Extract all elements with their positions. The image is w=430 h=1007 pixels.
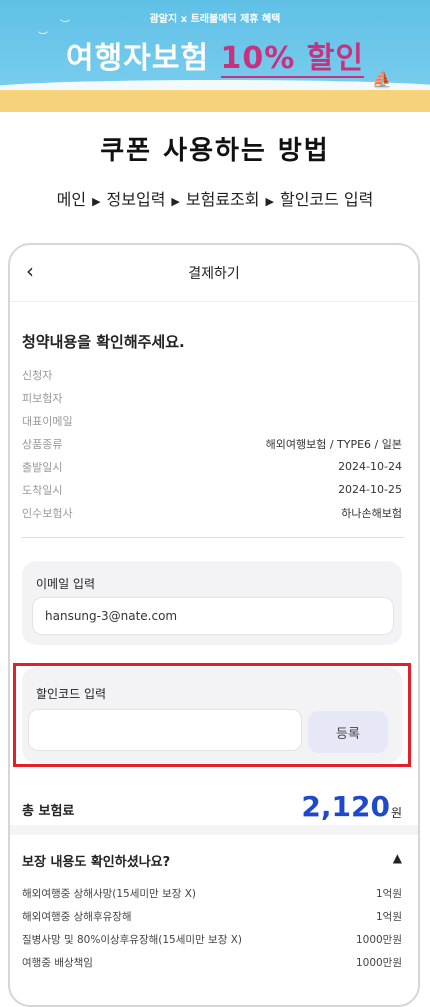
- coverage-value: 1000만원: [355, 957, 402, 969]
- info-label: 도착일시: [22, 483, 63, 497]
- howto-title: 쿠폰 사용하는 방법: [100, 136, 330, 166]
- app-header: ‹ 결제하기: [10, 245, 418, 302]
- highlight-box: [13, 663, 411, 767]
- info-value: 2024-10-24: [338, 460, 402, 473]
- page-title: 결제하기: [188, 266, 240, 282]
- info-row: 신청자: [22, 363, 402, 386]
- info-label: 대표이메일: [22, 414, 73, 428]
- info-row: 인수보험사 하나손해보험: [22, 501, 402, 524]
- info-value: 해외여행보험 / TYPE6 / 일본: [265, 437, 402, 451]
- coverage-value: 1억원: [375, 911, 402, 923]
- email-label: 이메일 입력: [36, 577, 96, 591]
- banner-title-highlight: 10% 할인: [220, 41, 364, 78]
- phone-screen: ‹ 결제하기 청약내용을 확인해주세요. 신청자 피보험자 대표이메일 상품종류…: [8, 243, 420, 1007]
- info-list: 신청자 피보험자 대표이메일 상품종류 해외여행보험 / TYPE6 / 일본 출…: [22, 363, 402, 524]
- info-label: 인수보험사: [22, 506, 73, 520]
- steps-breadcrumb: 메인 ▶ 정보입력 ▶ 보험료조회 ▶ 할인코드 입력: [0, 186, 430, 210]
- arrow-right-icon: ▶: [92, 195, 101, 208]
- total-amount: 2,120: [301, 790, 390, 823]
- section-separator: [10, 825, 418, 835]
- arrow-right-icon: ▶: [171, 195, 180, 208]
- info-value: 하나손해보험: [341, 506, 402, 520]
- coverage-row: 해외여행중 상해후유장해 1억원: [22, 905, 402, 928]
- total-unit: 원: [390, 806, 402, 820]
- divider: [22, 537, 404, 538]
- coverage-label: 해외여행중 상해후유장해: [22, 911, 132, 923]
- email-card: 이메일 입력 hansung-3@nate.com: [22, 561, 402, 645]
- coverage-title: 보장 내용도 확인하셨나요?: [22, 855, 171, 870]
- coverage-row: 해외여행중 상해사망(15세미만 보장 X) 1억원: [22, 882, 402, 905]
- info-row: 도착일시 2024-10-25: [22, 478, 402, 501]
- total-label: 총 보험료: [22, 804, 75, 819]
- total-premium: 총 보험료 2,120 원: [22, 790, 402, 830]
- info-value: 2024-10-25: [338, 483, 402, 496]
- info-row: 피보험자: [22, 386, 402, 409]
- coverage-value: 1억원: [375, 888, 402, 900]
- info-row: 상품종류 해외여행보험 / TYPE6 / 일본: [22, 432, 402, 455]
- info-label: 상품종류: [22, 437, 63, 451]
- banner-subtitle: 괌알지 x 트래블메딕 제휴 혜택: [149, 14, 281, 25]
- coverage-section: 보장 내용도 확인하셨나요? ▲ 해외여행중 상해사망(15세미만 보장 X) 1억…: [22, 851, 402, 974]
- info-label: 출발일시: [22, 460, 63, 474]
- info-row: 출발일시 2024-10-24: [22, 455, 402, 478]
- coverage-label: 해외여행중 상해사망(15세미만 보장 X): [22, 888, 196, 900]
- coverage-header[interactable]: 보장 내용도 확인하셨나요? ▲: [22, 851, 402, 870]
- banner-title-main: 여행자보험: [66, 41, 221, 76]
- info-label: 신청자: [22, 368, 53, 382]
- step-1: 메인: [56, 190, 87, 209]
- coverage-label: 질병사망 및 80%이상후유장해(15세미만 보장 X): [22, 934, 242, 946]
- confirm-title: 청약내용을 확인해주세요.: [22, 333, 185, 351]
- step-2: 정보입력: [106, 190, 166, 209]
- arrow-right-icon: ▶: [265, 195, 274, 208]
- step-4: 할인코드 입력: [279, 190, 374, 209]
- info-label: 피보험자: [22, 391, 63, 405]
- promo-banner: ︶ ︶ ⛵ 괌알지 x 트래블메딕 제휴 혜택 여행자보험 10% 할인: [0, 0, 430, 112]
- sand-decoration: [0, 90, 430, 112]
- coverage-row: 여행중 배상책임 1000만원: [22, 951, 402, 974]
- info-row: 대표이메일: [22, 409, 402, 432]
- email-input[interactable]: hansung-3@nate.com: [32, 597, 394, 635]
- banner-title: 여행자보험 10% 할인: [0, 33, 430, 78]
- coverage-label: 여행중 배상책임: [22, 957, 93, 969]
- coverage-value: 1000만원: [355, 934, 402, 946]
- collapse-icon[interactable]: ▲: [393, 851, 402, 870]
- coverage-row: 질병사망 및 80%이상후유장해(15세미만 보장 X) 1000만원: [22, 928, 402, 951]
- step-3: 보험료조회: [185, 190, 260, 209]
